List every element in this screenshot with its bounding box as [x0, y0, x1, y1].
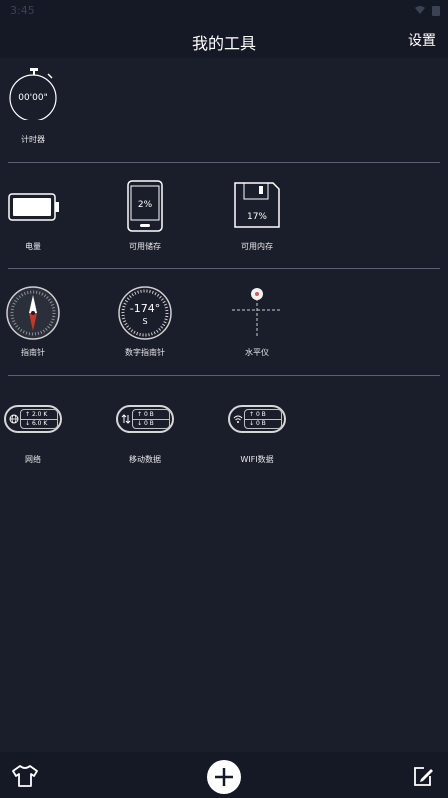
wifi-signal-icon [415, 6, 425, 14]
battery-status-icon [432, 6, 440, 16]
wifi-data-tool[interactable]: ↑ 0 B ↓ 0 B [228, 405, 286, 433]
battery-label: 电量 [25, 242, 41, 251]
network-download-value: 6.0 K [31, 420, 48, 427]
memory-label: 可用内存 [241, 242, 273, 251]
mobile-download-value: 0 B [143, 420, 154, 427]
level-tool[interactable] [230, 286, 284, 340]
memory-value: 17% [246, 212, 267, 222]
spirit-level-icon [232, 288, 282, 338]
compass-tool[interactable] [6, 286, 60, 340]
wifi-icon [233, 415, 243, 423]
compass-label: 指南针 [21, 348, 45, 357]
storage-value: 2% [137, 200, 153, 210]
network-tool[interactable]: ↑ 2.0 K ↓ 6.0 K [4, 405, 62, 433]
mobile-data-label: 移动数据 [129, 455, 161, 464]
wifi-data-label: WIFI数据 [240, 455, 274, 464]
globe-icon [9, 414, 19, 424]
compass-icon [6, 286, 60, 340]
memory-tool[interactable]: 17% [233, 181, 281, 229]
header: 我的工具 设置 [0, 22, 448, 58]
storage-label: 可用储存 [129, 242, 161, 251]
battery-tool[interactable] [8, 193, 60, 221]
battery-icon [8, 193, 59, 221]
mobile-upload-value: 0 B [143, 411, 154, 418]
shirt-icon[interactable] [12, 765, 38, 787]
digital-compass-tool[interactable]: -174° S [118, 286, 172, 340]
download-arrow-icon: ↓ [249, 420, 255, 427]
edit-icon[interactable] [412, 766, 434, 788]
page-title: 我的工具 [191, 34, 256, 53]
status-bar: 3:45 [0, 0, 448, 22]
digital-compass-direction: S [142, 317, 148, 326]
mobile-data-tool[interactable]: ↑ 0 B ↓ 0 B [116, 405, 174, 433]
status-time: 3:45 [10, 4, 35, 17]
timer-value: 00'00" [18, 93, 48, 103]
download-arrow-icon: ↓ [137, 420, 143, 427]
level-label: 水平仪 [245, 348, 269, 357]
divider [8, 162, 440, 163]
upload-arrow-icon: ↑ [25, 411, 31, 418]
network-upload-value: 2.0 K [31, 411, 48, 418]
settings-button[interactable]: 设置 [408, 30, 436, 50]
add-tool-button[interactable] [207, 760, 241, 794]
digital-compass-label: 数字指南针 [125, 348, 165, 357]
digital-compass-value: -174° [129, 302, 161, 315]
timer-label: 计时器 [21, 135, 45, 144]
upload-arrow-icon: ↑ [137, 411, 143, 418]
wifi-upload-value: 0 B [255, 411, 266, 418]
timer-tool[interactable]: 00'00" [6, 66, 60, 122]
wifi-download-value: 0 B [255, 420, 266, 427]
divider [8, 375, 440, 376]
add-icon [215, 768, 233, 786]
transfer-arrows-icon [121, 414, 131, 424]
divider [8, 268, 440, 269]
storage-tool[interactable]: 2% [127, 180, 163, 232]
download-arrow-icon: ↓ [25, 420, 31, 427]
network-label: 网络 [25, 455, 41, 464]
upload-arrow-icon: ↑ [249, 411, 255, 418]
